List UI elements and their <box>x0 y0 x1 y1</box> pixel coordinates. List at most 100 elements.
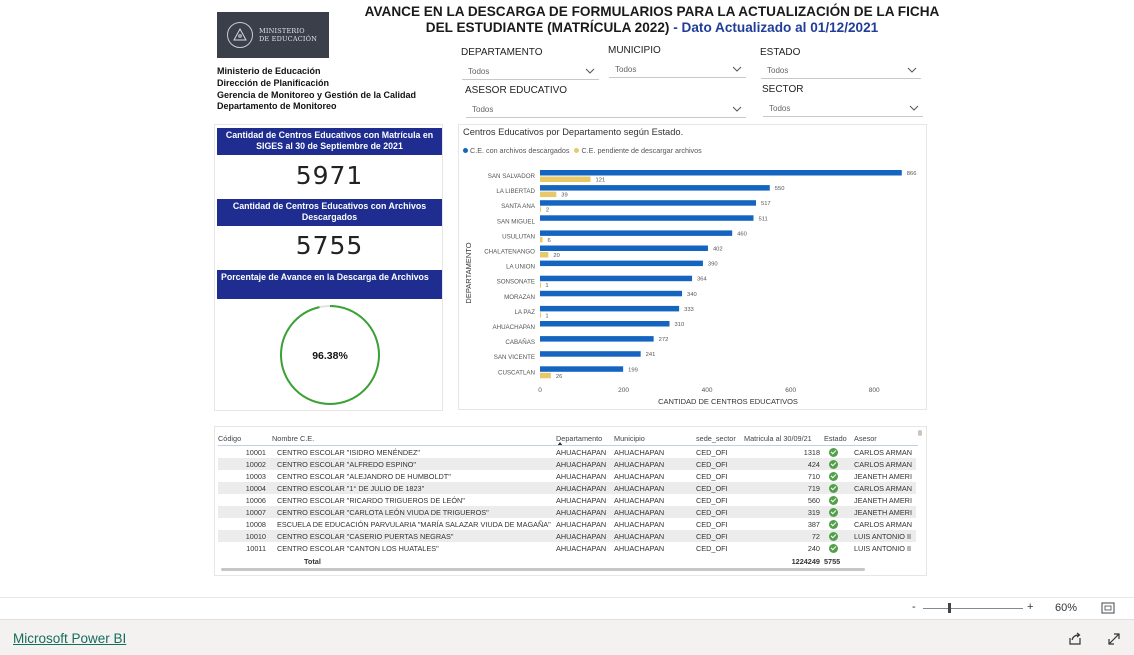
kpi-card-3-title: Porcentaje de Avance en la Descarga de A… <box>217 270 442 299</box>
y-tick-label: AHUACHAPAN <box>492 324 535 331</box>
org-line: Dirección de Planificación <box>217 77 330 88</box>
cell-codigo: 10011 <box>246 543 266 553</box>
bar-pending <box>540 191 557 198</box>
horizontal-scrollbar[interactable] <box>221 568 865 571</box>
x-tick-label: 600 <box>785 387 796 394</box>
cell-departamento: AHUACHAPAN <box>556 482 614 494</box>
table-row[interactable]: 10007 CENTRO ESCOLAR "CARLOTA LEÓN VIUDA … <box>218 506 916 518</box>
zoom-slider-track[interactable] <box>923 608 1023 609</box>
cell-nombre: CENTRO ESCOLAR "ISIDRO MENÉNDEZ" <box>277 447 421 457</box>
fit-page-icon[interactable] <box>1101 602 1115 614</box>
cell-codigo: 10002 <box>218 458 272 470</box>
bar-downloaded <box>540 336 654 342</box>
col-header-matricula[interactable]: Matricula al 30/09/21 <box>744 430 824 446</box>
table-row[interactable]: 10008 ESCUELA DE EDUCACIÓN PARVULARIA "MA… <box>218 518 916 530</box>
chevron-down-icon <box>732 106 742 112</box>
data-label: 1 <box>545 313 548 319</box>
cell-municipio: AHUACHAPAN <box>614 530 696 542</box>
cell-asesor: CARLOS ARMAN <box>854 519 912 529</box>
data-label: 402 <box>713 247 723 253</box>
zoom-out-button[interactable]: - <box>912 601 916 613</box>
zoom-slider-thumb[interactable] <box>948 603 951 613</box>
legend-pending[interactable]: C.E. pendiente de descargar archivos <box>581 146 701 155</box>
filter-municipio[interactable]: Todos <box>609 62 746 78</box>
col-header-estado[interactable]: Estado <box>824 430 854 446</box>
x-tick-label: 0 <box>538 387 542 394</box>
data-label: 121 <box>596 178 606 184</box>
cell-departamento: AHUACHAPAN <box>556 495 607 505</box>
cell-asesor: JEANETH AMERI <box>854 495 912 505</box>
cell-asesor: CARLOS ARMAN <box>854 447 912 457</box>
x-axis-label: CANTIDAD DE CENTROS EDUCATIVOS <box>658 397 798 406</box>
filter-asesor[interactable]: Todos <box>466 102 746 118</box>
cell-sede: CED_OFI <box>696 482 744 494</box>
cell-asesor: JEANETH AMERI <box>854 471 912 481</box>
cell-codigo: 10007 <box>218 506 272 518</box>
filter-departamento[interactable]: Todos <box>462 64 599 80</box>
cell-matricula: 240 <box>807 543 820 553</box>
cell-departamento: AHUACHAPAN <box>556 530 614 542</box>
filter-value: Todos <box>769 104 791 113</box>
cell-nombre: CENTRO ESCOLAR "ALFREDO ESPINO" <box>272 458 556 470</box>
table-row[interactable]: 10003 CENTRO ESCOLAR "ALEJANDRO DE HUMBOL… <box>218 470 916 482</box>
col-header-departamento[interactable]: Departamento <box>556 430 614 446</box>
bar-downloaded <box>540 366 624 372</box>
cell-asesor: CARLOS ARMAN <box>854 458 916 470</box>
cell-matricula: 319 <box>744 506 824 518</box>
col-header-sede[interactable]: sede_sector <box>696 430 744 446</box>
col-header-asesor[interactable]: Asesor <box>854 430 916 446</box>
logo-line1: MINISTERIO <box>259 27 305 35</box>
col-header-codigo[interactable]: Código <box>218 430 272 446</box>
zoom-in-button[interactable]: + <box>1027 601 1033 613</box>
cell-municipio: AHUACHAPAN <box>614 447 665 457</box>
cell-estado <box>824 482 854 494</box>
table-row[interactable]: 10004 CENTRO ESCOLAR "1° DE JULIO DE 1823… <box>218 482 916 494</box>
check-circle-icon <box>829 531 838 541</box>
logo-line2: DE EDUCACIÓN <box>259 35 318 43</box>
cell-nombre: ESCUELA DE EDUCACIÓN PARVULARIA "MARÍA S… <box>277 519 551 529</box>
cell-departamento: AHUACHAPAN <box>556 447 607 457</box>
footer-bar <box>0 619 1134 655</box>
col-header-nombre[interactable]: Nombre C.E. <box>272 430 556 446</box>
data-label: 517 <box>761 201 771 207</box>
cell-asesor: JEANETH AMERI <box>854 506 916 518</box>
table-row[interactable]: 10001 CENTRO ESCOLAR "ISIDRO MENÉNDEZ" AHU… <box>218 446 916 458</box>
bar-pending <box>540 206 541 213</box>
bar-pending <box>540 282 541 288</box>
cell-matricula: 72 <box>744 530 824 542</box>
data-label: 2 <box>546 208 549 214</box>
bar-downloaded <box>540 305 680 312</box>
vertical-scrollbar[interactable] <box>918 430 922 436</box>
data-label: 364 <box>697 277 707 283</box>
col-header-municipio[interactable]: Municipio <box>614 430 696 446</box>
data-label: 550 <box>775 186 785 192</box>
filter-label-departamento: DEPARTAMENTO <box>461 47 543 58</box>
bar-downloaded <box>540 321 670 327</box>
data-label: 6 <box>548 238 551 244</box>
bar-pending <box>540 236 543 243</box>
table-row[interactable]: 10006 CENTRO ESCOLAR "RICARDO TRIGUEROS D… <box>218 494 916 506</box>
table-row[interactable]: 10011 CENTRO ESCOLAR "CANTON LOS HUATALES… <box>218 542 916 554</box>
cell-codigo: 10006 <box>245 495 266 505</box>
expand-icon[interactable] <box>1106 631 1122 647</box>
powerbi-link[interactable]: Microsoft Power BI <box>13 631 126 646</box>
data-label: 272 <box>659 337 669 343</box>
y-tick-label: CABAÑAS <box>505 339 535 346</box>
y-tick-label: SAN MIGUEL <box>497 218 536 225</box>
chart-legend: C.E. con archivos descargados C.E. pendi… <box>463 146 702 155</box>
table-row[interactable]: 10010 CENTRO ESCOLAR "CASERIO PUERTAS NEG… <box>218 530 916 542</box>
kpi-card-1-title: Cantidad de Centros Educativos con Matrí… <box>217 128 442 155</box>
check-circle-icon <box>829 507 838 517</box>
ministry-logo: MINISTERIO DE EDUCACIÓN <box>217 12 329 58</box>
cell-estado <box>824 470 854 482</box>
bar-pending <box>540 312 541 318</box>
check-circle-icon <box>829 483 838 493</box>
y-tick-label: SONSONATE <box>497 279 535 286</box>
legend-downloaded[interactable]: C.E. con archivos descargados <box>470 146 569 155</box>
cell-departamento: AHUACHAPAN <box>556 506 614 518</box>
table-row[interactable]: 10002 CENTRO ESCOLAR "ALFREDO ESPINO" AHUA… <box>218 458 916 470</box>
filter-estado[interactable]: Todos <box>761 63 921 79</box>
filter-sector[interactable]: Todos <box>763 101 923 117</box>
cell-nombre: CENTRO ESCOLAR "CANTON LOS HUATALES" <box>277 543 439 553</box>
share-icon[interactable] <box>1067 631 1083 647</box>
